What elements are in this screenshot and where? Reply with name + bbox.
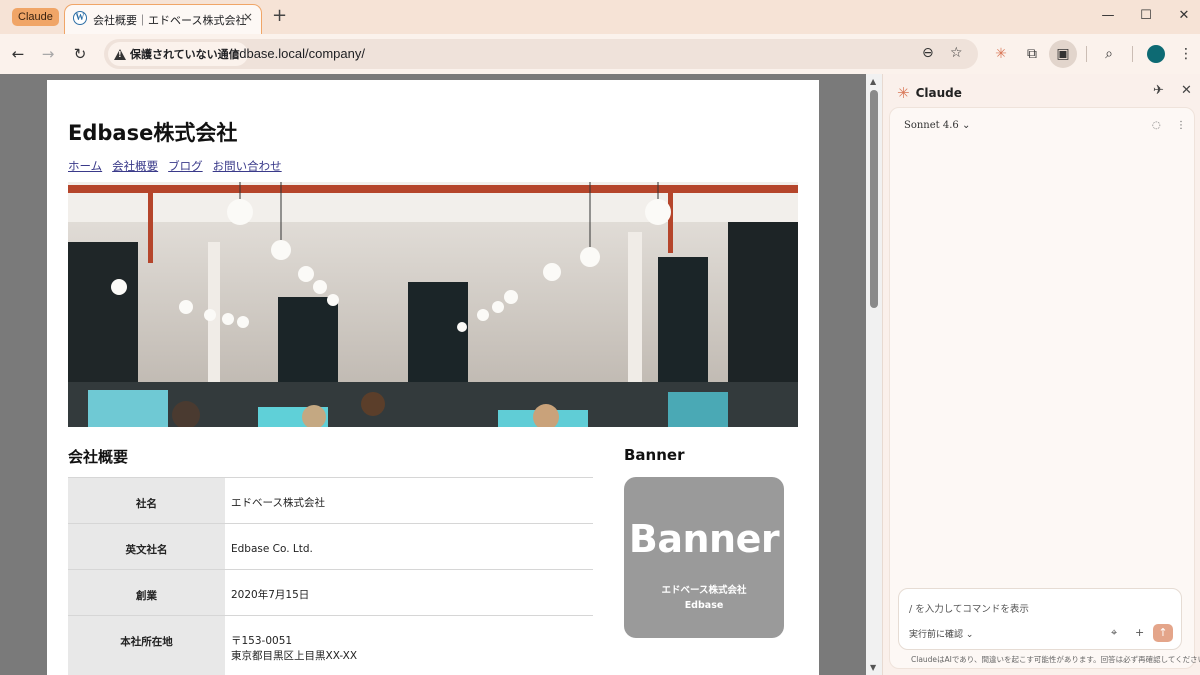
row-label: 社名 <box>68 477 225 524</box>
chat-card: Sonnet 4.6 ⌄ ◌ ⋮ / を入力してコマンドを表示 実行前に確認 ⌄… <box>889 107 1195 669</box>
side-panel-icon[interactable]: ▣ <box>1049 40 1077 68</box>
menu-kebab-icon[interactable]: ⋮ <box>1176 44 1196 64</box>
tab-strip: Claude W 会社概要｜エドベース株式会社 × + — ☐ ✕ <box>0 0 1200 34</box>
row-value: エドベース株式会社 <box>225 477 593 524</box>
site-nav: ホーム 会社概要 ブログ お問い合わせ <box>68 158 282 174</box>
forward-arrow-icon[interactable]: → <box>37 43 59 65</box>
zoom-icon[interactable]: ⊖ <box>922 45 934 61</box>
new-chat-icon[interactable]: ◌ <box>1152 120 1161 131</box>
row-label: 本社所在地 <box>68 615 225 675</box>
page-scrollbar[interactable]: ▲ ▼ <box>866 74 882 675</box>
tab-title: 会社概要｜エドベース株式会社 <box>93 14 247 27</box>
hero-office-image <box>68 182 798 427</box>
bookmark-star-icon[interactable]: ☆ <box>950 45 963 61</box>
claude-extension-icon[interactable]: ✳ <box>991 44 1011 64</box>
scroll-up-icon[interactable]: ▲ <box>870 77 876 86</box>
company-info-table: 社名 エドベース株式会社 英文社名 Edbase Co. Ltd. 創業 202… <box>68 477 593 675</box>
url-text[interactable]: edbase.local/company/ <box>232 46 365 61</box>
window-close-icon[interactable]: ✕ <box>1174 6 1194 26</box>
banner-company-ja: エドベース株式会社 <box>661 585 747 596</box>
claude-side-panel: ✳ Claude ✈ ✕ Sonnet 4.6 ⌄ ◌ ⋮ / を入力してコマン… <box>882 74 1200 675</box>
more-options-icon[interactable]: ⋮ <box>1176 120 1186 131</box>
banner-heading: Banner <box>624 446 685 464</box>
chat-composer[interactable]: / を入力してコマンドを表示 実行前に確認 ⌄ ⌖ + ↑ <box>898 588 1182 650</box>
address-bar[interactable]: 保護されていない通信 edbase.local/company/ ⊖ ☆ <box>104 39 978 69</box>
scroll-down-icon[interactable]: ▼ <box>870 663 876 672</box>
scroll-thumb[interactable] <box>870 90 878 308</box>
maximize-icon[interactable]: ☐ <box>1136 6 1156 26</box>
minimize-icon[interactable]: — <box>1098 6 1118 26</box>
office-photo <box>68 182 798 427</box>
address: 東京都目黒区上目黒XX-XX <box>231 650 358 662</box>
wordpress-icon: W <box>73 11 87 25</box>
permission-mode-select[interactable]: 実行前に確認 ⌄ <box>909 627 973 640</box>
unpin-icon[interactable]: ✈ <box>1153 83 1164 98</box>
claude-logo-icon: ✳ <box>897 84 910 102</box>
ai-disclaimer: ClaudeはAIであり、間違いを起こす可能性があります。回答は必ず再確認してく… <box>911 655 1200 664</box>
row-value: 〒153-0051 東京都目黒区上目黒XX-XX <box>225 615 593 675</box>
banner-company-en: Edbase <box>684 600 724 611</box>
back-arrow-icon[interactable]: ← <box>7 43 29 65</box>
security-text: 保護されていない通信 <box>130 48 240 61</box>
nav-link-company[interactable]: 会社概要 <box>112 158 158 174</box>
banner-widget[interactable]: Banner エドベース株式会社 Edbase <box>624 477 784 638</box>
page-viewport: Edbase株式会社 ホーム 会社概要 ブログ お問い合わせ 会社概要 社名 エ… <box>0 74 866 675</box>
security-chip[interactable]: 保護されていない通信 <box>108 42 248 66</box>
reload-icon[interactable]: ↻ <box>69 43 91 65</box>
active-tab[interactable]: W 会社概要｜エドベース株式会社 × <box>64 4 262 34</box>
web-page: Edbase株式会社 ホーム 会社概要 ブログ お問い合わせ 会社概要 社名 エ… <box>47 80 819 675</box>
table-row: 英文社名 Edbase Co. Ltd. <box>68 523 593 570</box>
toolbar-separator <box>1132 46 1133 62</box>
prompt-input[interactable]: / を入力してコマンドを表示 <box>909 601 1029 615</box>
table-row: 創業 2020年7月15日 <box>68 569 593 616</box>
nav-link-contact[interactable]: お問い合わせ <box>213 158 282 174</box>
send-button[interactable]: ↑ <box>1153 624 1173 642</box>
tab-close-icon[interactable]: × <box>243 10 253 24</box>
add-attachment-icon[interactable]: + <box>1135 626 1144 639</box>
warning-icon <box>114 48 126 60</box>
new-tab-button[interactable]: + <box>272 6 287 26</box>
model-selector[interactable]: Sonnet 4.6 ⌄ <box>904 120 970 131</box>
nav-link-blog[interactable]: ブログ <box>168 158 203 174</box>
table-row: 社名 エドベース株式会社 <box>68 477 593 524</box>
row-label: 英文社名 <box>68 523 225 570</box>
row-value: 2020年7月15日 <box>225 569 593 616</box>
company-section-title: 会社概要 <box>68 448 129 466</box>
profile-avatar[interactable] <box>1147 45 1165 63</box>
cursor-tool-icon[interactable]: ⌖ <box>1111 626 1117 640</box>
row-label: 創業 <box>68 569 225 616</box>
postal-code: 〒153-0051 <box>231 635 293 647</box>
panel-header: ✳ Claude <box>897 84 962 102</box>
tab-group-chip[interactable]: Claude <box>12 8 59 26</box>
site-title: Edbase株式会社 <box>68 121 238 145</box>
tab-search-icon[interactable]: ⌕ <box>1099 44 1119 64</box>
toolbar-separator <box>1086 46 1087 62</box>
extensions-icon[interactable]: ⧉ <box>1022 44 1042 64</box>
nav-link-home[interactable]: ホーム <box>68 158 102 174</box>
panel-close-icon[interactable]: ✕ <box>1181 83 1192 98</box>
row-value: Edbase Co. Ltd. <box>225 523 593 570</box>
panel-title: Claude <box>915 86 962 100</box>
table-row: 本社所在地 〒153-0051 東京都目黒区上目黒XX-XX <box>68 615 593 675</box>
banner-big-text: Banner <box>628 517 780 561</box>
browser-toolbar: ← → ↻ 保護されていない通信 edbase.local/company/ ⊖… <box>0 34 1200 74</box>
